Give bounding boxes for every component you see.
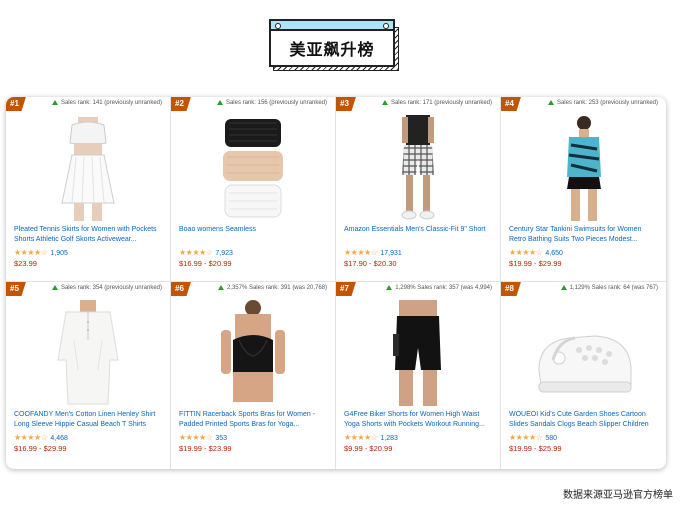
- white-tennis-outfit-image[interactable]: [6, 115, 170, 223]
- plaid-shorts-image[interactable]: [336, 115, 500, 223]
- product-card[interactable]: #7 1,298% Sales rank: 357 (was 4,994) G4…: [336, 282, 501, 469]
- product-price: $19.99 - $29.99: [509, 259, 562, 268]
- source-note: 数据来源亚马逊官方榜单: [563, 490, 673, 501]
- sales-rank: Sales rank: 354 (previously unranked): [51, 285, 162, 291]
- product-card[interactable]: #4 Sales rank: 253 (previously unranked)…: [501, 97, 666, 282]
- rank-badge: #1: [6, 97, 26, 111]
- page-title: 美亚飙升榜: [289, 40, 375, 59]
- title-badge: 美亚飙升榜: [269, 19, 399, 71]
- rank-badge: #5: [6, 282, 26, 296]
- sales-rank: 1,129% Sales rank: 64 (was 767): [560, 285, 658, 291]
- product-title-link[interactable]: Pleated Tennis Skirts for Women with Poc…: [14, 225, 164, 246]
- sales-rank: Sales rank: 141 (previously unranked): [51, 100, 162, 106]
- product-title-link[interactable]: WOUEOI Kid's Cute Garden Shoes Cartoon S…: [509, 410, 660, 431]
- star-rating-icon: ★★★★☆: [14, 248, 48, 257]
- rating[interactable]: ★★★★☆ 4,650: [509, 248, 563, 257]
- product-grid: #1 Sales rank: 141 (previously unranked)…: [6, 97, 666, 469]
- arrow-up-icon: [51, 285, 58, 290]
- star-rating-icon: ★★★★☆: [14, 433, 48, 442]
- title-box: 美亚飙升榜: [269, 29, 395, 67]
- rating[interactable]: ★★★★☆ 1,283: [344, 433, 398, 442]
- rank-badge: #3: [336, 97, 356, 111]
- product-card[interactable]: #1 Sales rank: 141 (previously unranked)…: [6, 97, 171, 282]
- sales-rank: Sales rank: 253 (previously unranked): [547, 100, 658, 106]
- product-title-link[interactable]: FITTIN Racerback Sports Bras for Women -…: [179, 410, 329, 431]
- rating[interactable]: ★★★★☆ 353: [179, 433, 227, 442]
- sales-rank: 2,357% Sales rank: 391 (was 20,768): [217, 285, 327, 291]
- rating[interactable]: ★★★★☆ 7,923: [179, 248, 233, 257]
- review-count[interactable]: 7,923: [215, 250, 233, 257]
- star-rating-icon: ★★★★☆: [179, 248, 213, 257]
- arrow-up-icon: [386, 285, 393, 290]
- product-title-link[interactable]: COOFANDY Men's Cotton Linen Henley Shirt…: [14, 410, 164, 431]
- review-count[interactable]: 17,931: [380, 250, 401, 257]
- product-price: $19.99 - $23.99: [179, 444, 232, 453]
- star-rating-icon: ★★★★☆: [509, 433, 543, 442]
- product-price: $9.99 - $20.99: [344, 444, 393, 453]
- review-count[interactable]: 580: [545, 435, 557, 442]
- rating[interactable]: ★★★★☆ 4,468: [14, 433, 68, 442]
- arrow-up-icon: [216, 100, 223, 105]
- linen-shirt-image[interactable]: [6, 300, 170, 408]
- tankini-image[interactable]: [501, 115, 666, 223]
- white-clogs-image[interactable]: [501, 300, 666, 408]
- sales-rank-text: Sales rank: 171 (previously unranked): [390, 100, 492, 106]
- rating[interactable]: ★★★★☆ 580: [509, 433, 557, 442]
- sales-rank: 1,298% Sales rank: 357 (was 4,994): [386, 285, 492, 291]
- arrow-up-icon: [381, 100, 388, 105]
- review-count[interactable]: 1,283: [380, 435, 398, 442]
- review-count[interactable]: 1,905: [50, 250, 68, 257]
- review-count[interactable]: 353: [215, 435, 227, 442]
- sales-rank: Sales rank: 171 (previously unranked): [381, 100, 492, 106]
- arrow-up-icon: [547, 100, 554, 105]
- sales-rank-text: Sales rank: 156 (previously unranked): [225, 100, 327, 106]
- product-title-link[interactable]: G4Free Biker Shorts for Women High Waist…: [344, 410, 494, 431]
- product-price: $23.99: [14, 259, 37, 268]
- arrow-up-icon: [217, 285, 224, 290]
- product-price: $16.99 - $29.99: [14, 444, 67, 453]
- arrow-up-icon: [560, 285, 567, 290]
- product-card[interactable]: #3 Sales rank: 171 (previously unranked)…: [336, 97, 501, 282]
- rating[interactable]: ★★★★☆ 1,905: [14, 248, 68, 257]
- rank-badge: #2: [171, 97, 191, 111]
- rating[interactable]: ★★★★☆ 17,931: [344, 248, 402, 257]
- product-card[interactable]: #6 2,357% Sales rank: 391 (was 20,768) F…: [171, 282, 336, 469]
- product-card[interactable]: #5 Sales rank: 354 (previously unranked)…: [6, 282, 171, 469]
- sales-rank: Sales rank: 156 (previously unranked): [216, 100, 327, 106]
- rank-badge: #8: [501, 282, 521, 296]
- star-rating-icon: ★★★★☆: [179, 433, 213, 442]
- bestseller-card: #1 Sales rank: 141 (previously unranked)…: [6, 97, 666, 469]
- biker-shorts-image[interactable]: [336, 300, 500, 408]
- rank-badge: #6: [171, 282, 191, 296]
- review-count[interactable]: 4,468: [50, 435, 68, 442]
- sales-rank-text: 1,129% Sales rank: 64 (was 767): [569, 285, 658, 291]
- product-price: $16.99 - $20.99: [179, 259, 232, 268]
- sales-rank-text: Sales rank: 354 (previously unranked): [60, 285, 162, 291]
- product-card[interactable]: #8 1,129% Sales rank: 64 (was 767) WOUEO…: [501, 282, 666, 469]
- product-price: $17.90 - $20.30: [344, 259, 397, 268]
- rank-badge: #7: [336, 282, 356, 296]
- sales-rank-text: Sales rank: 253 (previously unranked): [556, 100, 658, 106]
- rank-badge: #4: [501, 97, 521, 111]
- product-title-link[interactable]: Century Star Tankini Swimsuits for Women…: [509, 225, 660, 246]
- sales-rank-text: 1,298% Sales rank: 357 (was 4,994): [395, 285, 492, 291]
- sales-rank-text: Sales rank: 141 (previously unranked): [60, 100, 162, 106]
- product-title-link[interactable]: Boao womens Seamless: [179, 225, 329, 246]
- product-price: $19.99 - $25.99: [509, 444, 562, 453]
- product-title-link[interactable]: Amazon Essentials Men's Classic-Fit 9" S…: [344, 225, 494, 246]
- star-rating-icon: ★★★★☆: [344, 433, 378, 442]
- bandeau-bras-image[interactable]: [171, 115, 335, 223]
- product-card[interactable]: #2 Sales rank: 156 (previously unranked)…: [171, 97, 336, 282]
- arrow-up-icon: [51, 100, 58, 105]
- sports-bra-image[interactable]: [171, 300, 335, 408]
- star-rating-icon: ★★★★☆: [509, 248, 543, 257]
- star-rating-icon: ★★★★☆: [344, 248, 378, 257]
- review-count[interactable]: 4,650: [545, 250, 563, 257]
- sales-rank-text: 2,357% Sales rank: 391 (was 20,768): [226, 285, 327, 291]
